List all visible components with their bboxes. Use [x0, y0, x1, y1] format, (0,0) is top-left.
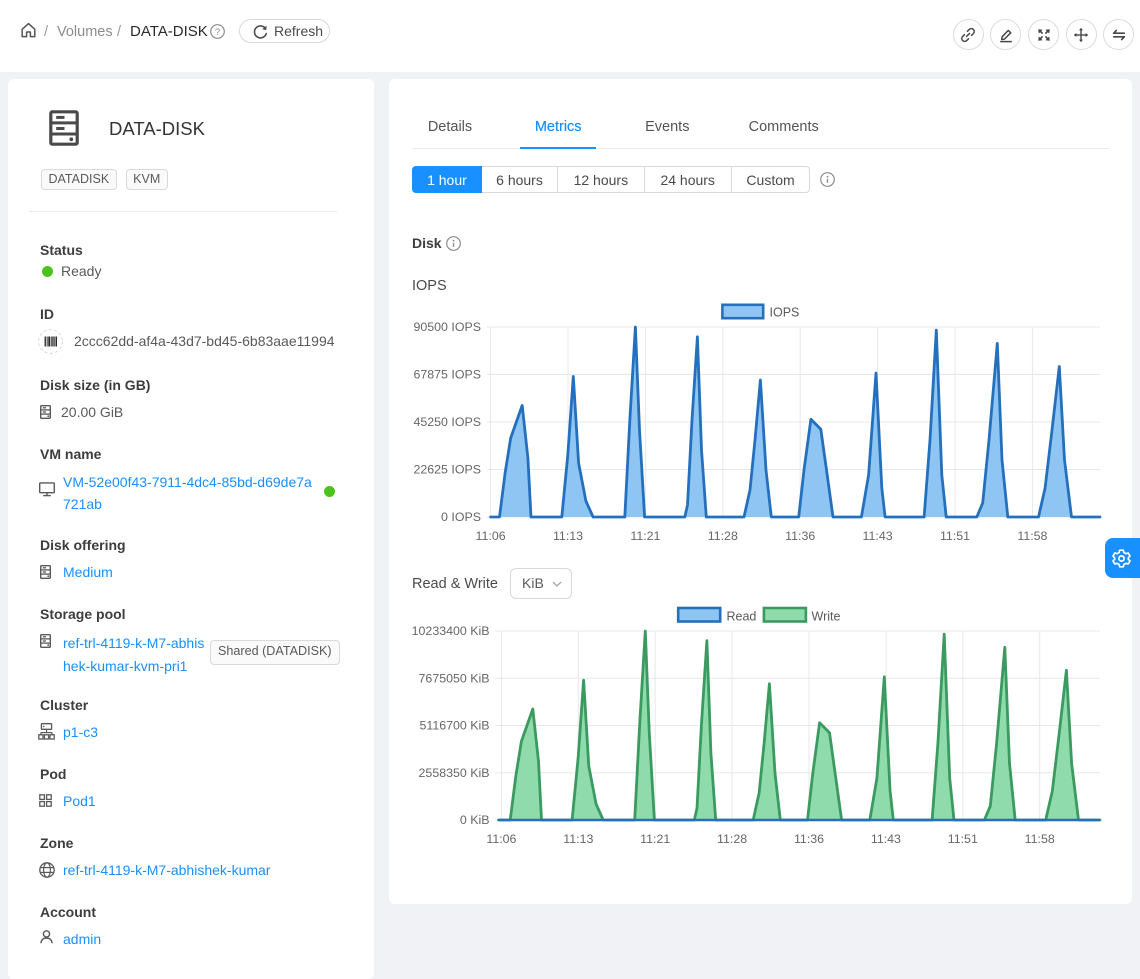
svg-text:7675050 KiB: 7675050 KiB — [419, 672, 490, 686]
svg-text:11:28: 11:28 — [717, 832, 747, 846]
svg-text:11:58: 11:58 — [1017, 529, 1047, 543]
svg-text:90500 IOPS: 90500 IOPS — [413, 320, 481, 334]
svg-text:IOPS: IOPS — [770, 306, 800, 320]
svg-text:Write: Write — [812, 610, 841, 624]
svg-text:11:21: 11:21 — [630, 529, 660, 543]
svg-text:2558350 KiB: 2558350 KiB — [419, 766, 490, 780]
svg-text:11:21: 11:21 — [640, 832, 670, 846]
svg-text:22625 IOPS: 22625 IOPS — [413, 463, 481, 477]
svg-text:11:51: 11:51 — [948, 832, 978, 846]
svg-text:11:58: 11:58 — [1025, 832, 1055, 846]
svg-text:11:06: 11:06 — [476, 529, 506, 543]
svg-text:11:36: 11:36 — [785, 529, 815, 543]
svg-text:11:51: 11:51 — [940, 529, 970, 543]
svg-text:10233400 KiB: 10233400 KiB — [412, 624, 490, 638]
svg-text:11:13: 11:13 — [563, 832, 593, 846]
svg-text:11:13: 11:13 — [553, 529, 583, 543]
svg-text:5116700 KiB: 5116700 KiB — [419, 719, 489, 733]
svg-text:45250 IOPS: 45250 IOPS — [413, 415, 481, 429]
svg-text:11:43: 11:43 — [863, 529, 893, 543]
svg-text:11:06: 11:06 — [486, 832, 516, 846]
svg-text:Read: Read — [727, 610, 757, 624]
svg-text:11:36: 11:36 — [794, 832, 824, 846]
svg-text:11:28: 11:28 — [708, 529, 738, 543]
svg-text:0 IOPS: 0 IOPS — [441, 510, 481, 524]
svg-text:?: ? — [215, 27, 220, 38]
svg-text:67875 IOPS: 67875 IOPS — [413, 368, 481, 382]
svg-text:11:43: 11:43 — [871, 832, 901, 846]
svg-text:0 KiB: 0 KiB — [460, 813, 490, 827]
